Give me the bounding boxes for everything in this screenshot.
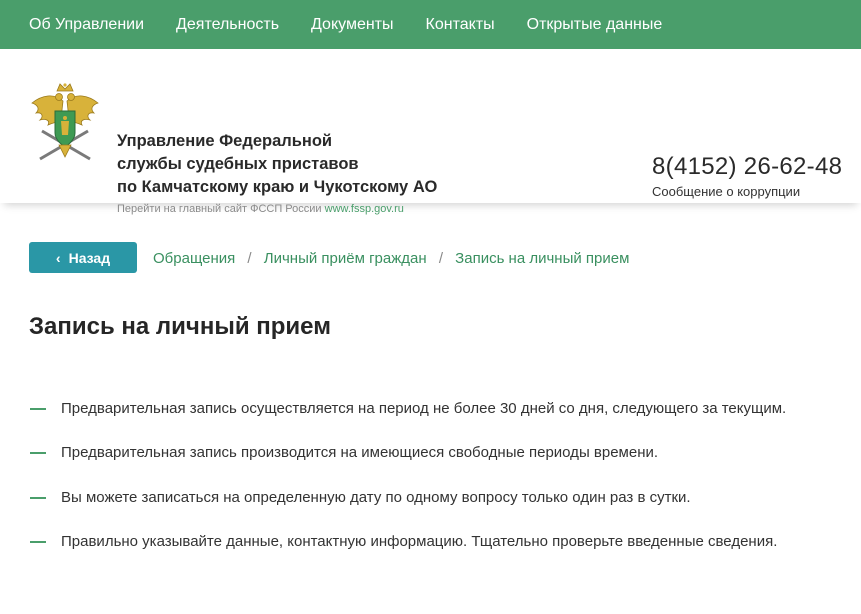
nav-item-contacts[interactable]: Контакты — [426, 16, 495, 34]
rule-text: Вы можете записаться на определенную дат… — [61, 489, 691, 506]
rule-text: Предварительная запись осуществляется на… — [61, 400, 787, 417]
rules-list: Предварительная запись осуществляется на… — [29, 398, 789, 553]
main-site-url[interactable]: www.fssp.gov.ru — [325, 203, 404, 215]
phone-number[interactable]: 8(4152) 26-62-48 — [652, 153, 842, 181]
chevron-left-icon: ‹ — [55, 249, 61, 266]
breadcrumb-separator: / — [247, 250, 252, 267]
dash-icon — [30, 541, 46, 543]
breadcrumb-item[interactable]: Личный приём граждан — [264, 250, 427, 267]
list-item: Предварительная запись осуществляется на… — [29, 398, 789, 420]
list-item: Правильно указывайте данные, контактную … — [29, 531, 789, 553]
page-title: Запись на личный прием — [29, 313, 331, 340]
breadcrumb: Обращения / Личный приём граждан / Запис… — [153, 250, 629, 267]
list-item: Вы можете записаться на определенную дат… — [29, 487, 789, 509]
top-navigation: Об Управлении Деятельность Документы Кон… — [0, 0, 861, 49]
nav-item-open-data[interactable]: Открытые данные — [527, 16, 663, 34]
main-site-link[interactable]: Перейти на главный сайт ФССП России www.… — [117, 203, 404, 215]
rule-text: Правильно указывайте данные, контактную … — [61, 533, 778, 550]
dash-icon — [30, 497, 46, 499]
nav-item-documents[interactable]: Документы — [311, 16, 393, 34]
list-item: Предварительная запись производится на и… — [29, 442, 789, 464]
main-site-text: Перейти на главный сайт ФССП России — [117, 203, 322, 215]
organization-name-line: Управление Федеральной — [117, 132, 333, 150]
dash-icon — [30, 452, 46, 454]
breadcrumb-item[interactable]: Обращения — [153, 250, 235, 267]
back-button[interactable]: ‹ Назад — [29, 242, 137, 273]
organization-name[interactable]: Управление Федеральной службы судебных п… — [117, 130, 437, 199]
dash-icon — [30, 408, 46, 410]
breadcrumb-item-current[interactable]: Запись на личный прием — [455, 250, 629, 267]
site-header: Управление Федеральной службы судебных п… — [0, 49, 861, 215]
rule-text: Предварительная запись производится на и… — [61, 444, 659, 461]
fssp-emblem-icon[interactable] — [30, 81, 100, 171]
organization-name-line: по Камчатскому краю и Чукотскому АО — [117, 178, 438, 196]
nav-item-about[interactable]: Об Управлении — [29, 16, 144, 34]
breadcrumb-separator: / — [438, 250, 443, 267]
back-button-label: Назад — [68, 249, 111, 266]
nav-item-activity[interactable]: Деятельность — [176, 16, 279, 34]
corruption-report-link[interactable]: Сообщение о коррупции — [652, 184, 800, 199]
organization-name-line: службы судебных приставов — [117, 155, 359, 173]
